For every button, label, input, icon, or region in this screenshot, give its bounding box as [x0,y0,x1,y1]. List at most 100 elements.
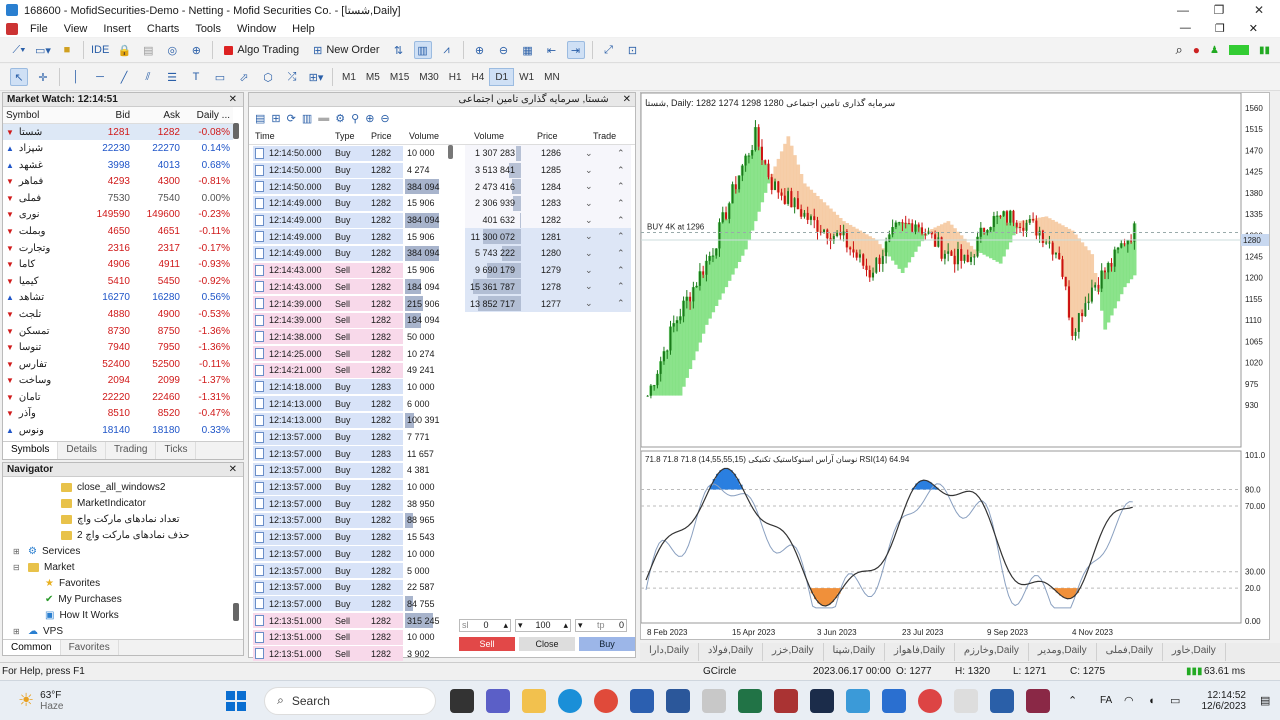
tick-row[interactable]: 12:14:49.000 Buy 1282 384 094 [253,245,447,262]
market-watch-row[interactable]: ▲ تشاهد 16270 16280 0.56% [3,290,233,307]
profiles-icon[interactable]: ▭▾ [34,41,52,59]
chevron-up-icon[interactable]: ⌃ [617,248,625,259]
chevron-down-icon[interactable]: ⌄ [585,181,593,192]
market-watch-row[interactable]: ▲ ونوس 18140 18180 0.33% [3,422,233,439]
depth-row[interactable]: 2 473 416 1284 ⌄ ⌃ [465,178,631,196]
depth-row[interactable]: 15 361 787 1278 ⌄ ⌃ [465,278,631,296]
chart-tab[interactable]: شپنا,Daily [824,643,886,661]
excel-icon[interactable] [738,688,763,713]
clock[interactable]: 12:14:52 12/6/2023 [1196,690,1247,712]
mdi-minimize-button[interactable]: — [1180,22,1191,35]
chevron-down-icon[interactable]: ⌄ [585,265,593,276]
market-watch-row[interactable]: ▼ نوری 149590 149600 -0.23% [3,207,233,224]
tab-trading[interactable]: Trading [106,442,157,459]
word-icon[interactable] [666,688,691,713]
chrome-icon[interactable] [594,688,619,713]
column-header[interactable]: Bid [83,107,133,125]
pitchfork-icon[interactable]: ⤮ [283,68,301,86]
weather-widget[interactable]: 63°F Haze [40,690,100,712]
chevron-down-icon[interactable]: ⌄ [585,215,593,226]
tick-row[interactable]: 12:13:57.000 Buy 1282 88 965 [253,512,447,529]
restore-button[interactable]: ❐ [1200,0,1238,20]
edge-icon[interactable] [558,688,583,713]
refresh-icon[interactable]: ⟳ [287,112,296,125]
new-order-button[interactable]: ⊞ New Order [309,41,383,59]
tab-favorites[interactable]: Favorites [61,640,119,655]
price-chart[interactable]: شستا, Daily: 1282 1274 1298 1280 سرمایه … [640,92,1269,639]
battery-icon[interactable]: ▭ [1170,694,1180,707]
menu-window[interactable]: Window [229,23,284,35]
buy-button[interactable]: Buy [579,637,635,651]
timeframe-w1[interactable]: W1 [514,68,539,86]
market-watch-row[interactable]: ▼ تفارس 52400 52500 -0.11% [3,356,233,373]
lock-icon[interactable]: 🔒 [115,41,133,59]
chart-tab[interactable]: ومدیر,Daily [1029,643,1097,661]
tick-row[interactable]: 12:14:21.000 Sell 1282 49 241 [253,362,447,379]
navigator-item[interactable]: ⊞ ☁ VPS [3,623,243,639]
tick-row[interactable]: 12:14:50.000 Buy 1282 10 000 [253,145,447,162]
chevron-up-icon[interactable]: ⌃ [617,231,625,242]
tick-row[interactable]: 12:13:57.000 Buy 1282 84 755 [253,596,447,613]
depth-row[interactable]: 3 513 841 1285 ⌄ ⌃ [465,161,631,179]
grid-icon[interactable]: ▦ [519,41,537,59]
tab-symbols[interactable]: Symbols [3,442,59,459]
market-watch-row[interactable]: ▼ تامان 22220 22460 -1.31% [3,389,233,406]
chevron-down-icon[interactable]: ⌄ [585,248,593,259]
signals-icon[interactable]: ◎ [163,41,181,59]
notification-icon[interactable]: ▤ [1260,694,1270,707]
language-indicator[interactable]: FA [1100,695,1112,706]
chevron-up-icon[interactable]: ⌃ [1068,694,1077,707]
market-watch-icon[interactable]: ■ [58,41,76,59]
crosshair-icon[interactable]: ✛ [34,68,52,86]
navigator-item[interactable]: ▣ How It Works [3,607,243,623]
zoom-out-icon[interactable]: ⊖ [495,41,513,59]
expand-icon[interactable]: ⊞ [13,627,23,636]
tick-row[interactable]: 12:14:13.000 Buy 1282 6 000 [253,395,447,412]
chevron-up-icon[interactable]: ⌃ [617,198,625,209]
tab-ticks[interactable]: Ticks [156,442,197,459]
menu-charts[interactable]: Charts [139,23,187,35]
depth-icon[interactable]: ⇅ [390,41,408,59]
chart-tab[interactable]: فولاد,Daily [699,643,763,661]
mdi-close-button[interactable]: ✕ [1249,22,1258,35]
chevron-up-icon[interactable]: ⌃ [617,181,625,192]
mdi-restore-button[interactable]: ❐ [1215,22,1225,35]
tick-row[interactable]: 12:13:57.000 Buy 1282 10 000 [253,479,447,496]
algo-trading-button[interactable]: Algo Trading [220,41,303,59]
depth-row[interactable]: 11 300 072 1281 ⌄ ⌃ [465,228,631,246]
filter-icon[interactable]: ▬ [318,112,329,124]
tick-row[interactable]: 12:14:13.000 Buy 1282 100 391 [253,412,447,429]
depth-row[interactable]: 1 307 283 1286 ⌄ ⌃ [465,145,631,162]
chart-tab[interactable]: خزر,Daily [763,643,824,661]
connection-icon[interactable] [1228,45,1249,55]
tick-row[interactable]: 12:13:57.000 Buy 1282 7 771 [253,429,447,446]
tick-row[interactable]: 12:14:39.000 Sell 1282 215 906 [253,295,447,312]
market-watch-row[interactable]: ▼ فملی 7530 7540 0.00% [3,190,233,207]
tick-row[interactable]: 12:14:43.000 Sell 1282 15 906 [253,262,447,279]
chart-tab[interactable]: دارا,Daily [640,643,699,661]
expand-icon[interactable]: ⊞ [13,547,23,556]
chevron-up-icon[interactable]: ⌃ [617,148,625,159]
python-icon[interactable] [702,688,727,713]
tick-row[interactable]: 12:13:57.000 Buy 1282 15 543 [253,529,447,546]
close-icon[interactable]: ✕ [623,94,631,105]
trendline-icon[interactable]: ╱ [115,68,133,86]
share-icon[interactable]: ⚲ [351,112,359,125]
navigator-item[interactable]: ⊞ ⚙ Services [3,543,243,559]
chevron-down-icon[interactable]: ⌄ [585,198,593,209]
cycle-icon[interactable]: ⬡ [259,68,277,86]
tab-details[interactable]: Details [58,442,106,459]
fibonacci-icon[interactable]: ☰ [163,68,181,86]
vpn-icon[interactable] [846,688,871,713]
timeframe-m30[interactable]: M30 [414,68,443,86]
metatrader-icon[interactable] [990,688,1015,713]
chart-tab[interactable]: وخارزم,Daily [955,643,1029,661]
scrollbar-thumb[interactable] [233,123,239,139]
menu-insert[interactable]: Insert [95,23,139,35]
tick-row[interactable]: 12:13:51.000 Sell 1282 315 245 [253,612,447,629]
arrow-icon[interactable]: ⬀ [235,68,253,86]
tester-icon[interactable]: ▤ [139,41,157,59]
chevron-up-icon[interactable]: ⌃ [617,165,625,176]
tick-row[interactable]: 12:14:18.000 Buy 1283 10 000 [253,379,447,396]
timeframe-mn[interactable]: MN [539,68,565,86]
